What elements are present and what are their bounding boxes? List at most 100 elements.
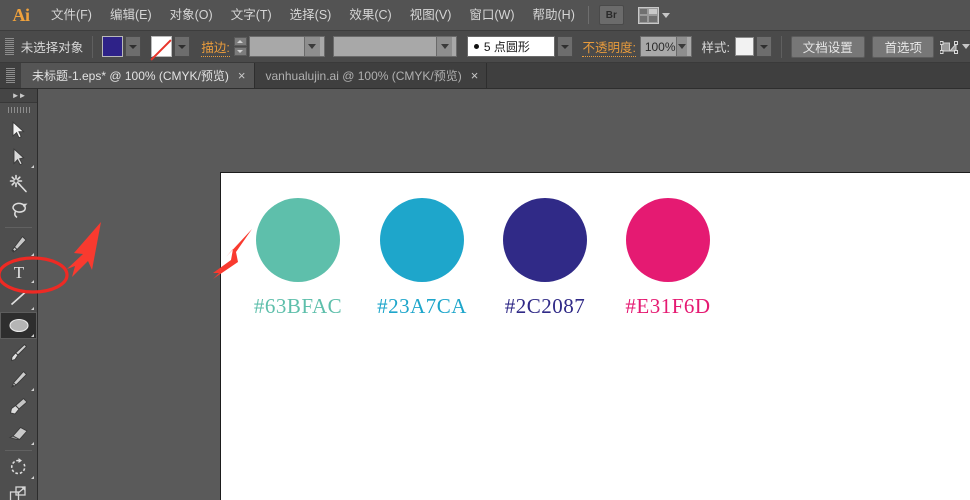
brush-definition-dropdown[interactable]: [556, 36, 573, 57]
canvas-area[interactable]: #63BFAC #23A7CA #2C2087 #E31F6D: [38, 89, 970, 500]
brush-definition-combo[interactable]: 5 点圆形: [466, 36, 555, 57]
menu-edit[interactable]: 编辑(E): [101, 0, 161, 31]
app-logo: Ai: [12, 4, 31, 25]
tool-blob-brush[interactable]: [0, 393, 37, 420]
preferences-button[interactable]: 首选项: [872, 35, 934, 58]
menu-view[interactable]: 视图(V): [401, 0, 461, 31]
artboard[interactable]: #63BFAC #23A7CA #2C2087 #E31F6D: [220, 172, 970, 500]
menu-help[interactable]: 帮助(H): [524, 0, 584, 31]
fill-color-swatch[interactable]: [102, 36, 124, 57]
color-label-indigo: #2C2087: [504, 294, 586, 318]
color-circle-cyan[interactable]: [380, 198, 464, 282]
tool-eraser[interactable]: [0, 420, 37, 447]
tool-direct-selection[interactable]: [0, 143, 37, 170]
menu-type[interactable]: 文字(T): [222, 0, 281, 31]
tool-pencil[interactable]: [0, 366, 37, 393]
tool-selection[interactable]: [0, 116, 37, 143]
brush-definition-control[interactable]: 5 点圆形: [466, 36, 573, 57]
opacity-combo[interactable]: 100%: [639, 36, 692, 57]
control-bar-grip[interactable]: [5, 38, 14, 55]
selection-status-label: 未选择对象: [20, 41, 84, 55]
stroke-profile-dropdown[interactable]: [436, 37, 453, 56]
stroke-profile-combo[interactable]: [333, 36, 458, 57]
align-objects-button[interactable]: [940, 39, 970, 55]
tool-flyout-indicator: [31, 334, 34, 337]
stroke-color-dropdown[interactable]: [173, 36, 190, 57]
color-circle-teal[interactable]: [256, 198, 340, 282]
tool-flyout-indicator: [31, 388, 34, 391]
tool-flyout-indicator: [31, 253, 34, 256]
stepper-down-button[interactable]: [233, 47, 247, 56]
eraser-icon: [8, 426, 28, 441]
tool-flyout-indicator: [31, 280, 34, 283]
close-icon[interactable]: ×: [471, 69, 479, 82]
chevron-down-icon: [177, 44, 186, 49]
tool-ellipse[interactable]: [0, 312, 37, 339]
tool-lasso[interactable]: [0, 197, 37, 224]
document-tab-bar: 未标题-1.eps* @ 100% (CMYK/预览) × vanhualuji…: [0, 63, 970, 89]
tool-flyout-indicator: [31, 165, 34, 168]
tool-scale[interactable]: [0, 481, 37, 500]
stroke-weight-label: 描边:: [201, 41, 230, 57]
stepper-up-button[interactable]: [233, 37, 247, 46]
tools-panel-grip[interactable]: [0, 103, 37, 116]
bridge-button[interactable]: Br: [598, 5, 624, 25]
menu-select[interactable]: 选择(S): [281, 0, 341, 31]
menu-file[interactable]: 文件(F): [42, 0, 101, 31]
graphic-style-control[interactable]: [734, 36, 772, 57]
chevron-down-icon: [962, 44, 970, 49]
tool-magic-wand[interactable]: [0, 170, 37, 197]
document-tab-1-label: 未标题-1.eps* @ 100% (CMYK/预览): [32, 69, 229, 83]
stroke-weight-combo[interactable]: [248, 36, 325, 57]
fill-color-control[interactable]: [102, 36, 142, 57]
menu-object[interactable]: 对象(O): [161, 0, 222, 31]
color-circle-magenta[interactable]: [626, 198, 710, 282]
magic-wand-icon: [9, 174, 27, 193]
control-divider-2: [780, 35, 782, 58]
tool-rotate[interactable]: [0, 454, 37, 481]
color-swatch-cyan[interactable]: #23A7CA: [367, 198, 477, 319]
close-icon[interactable]: ×: [238, 69, 246, 82]
color-swatch-teal[interactable]: #63BFAC: [243, 198, 353, 319]
document-tab-1[interactable]: 未标题-1.eps* @ 100% (CMYK/预览) ×: [21, 63, 255, 88]
color-swatch-magenta[interactable]: #E31F6D: [613, 198, 723, 319]
opacity-dropdown[interactable]: [675, 37, 687, 56]
stroke-color-swatch[interactable]: [150, 36, 172, 61]
tools-panel-collapse-button[interactable]: ►►: [0, 89, 37, 103]
color-swatch-indigo[interactable]: #2C2087: [490, 198, 600, 319]
color-circle-indigo[interactable]: [503, 198, 587, 282]
brush-dot-icon: [473, 44, 479, 49]
tool-flyout-indicator: [31, 476, 34, 479]
graphic-style-dropdown[interactable]: [755, 36, 772, 57]
lasso-icon: [11, 202, 27, 219]
direct-selection-arrow-icon: [13, 147, 25, 165]
chevron-down-icon: [661, 12, 670, 18]
tool-pen[interactable]: [0, 231, 37, 258]
stroke-color-control[interactable]: [150, 36, 190, 61]
tools-panel: ►► T: [0, 89, 38, 500]
menu-effect[interactable]: 效果(C): [340, 0, 400, 31]
svg-text:T: T: [13, 263, 24, 281]
arrange-documents-button[interactable]: [637, 6, 670, 24]
menu-window[interactable]: 窗口(W): [460, 0, 523, 31]
tool-flyout-indicator: [31, 442, 34, 445]
opacity-value: 100%: [644, 39, 676, 54]
document-setup-button[interactable]: 文档设置: [790, 35, 865, 58]
brush-definition-value: 5 点圆形: [483, 40, 530, 54]
menubar-divider: [587, 6, 589, 24]
tool-paintbrush[interactable]: [0, 339, 37, 366]
stroke-weight-dropdown[interactable]: [303, 37, 320, 56]
tool-line-segment[interactable]: [0, 285, 37, 312]
pencil-icon: [11, 370, 28, 388]
tool-flyout-indicator: [31, 307, 34, 310]
scale-icon: [9, 486, 26, 500]
align-objects-icon: [940, 40, 958, 54]
ellipse-shape-icon: [8, 318, 29, 333]
graphic-style-swatch[interactable]: [734, 37, 754, 56]
menu-bar: Ai 文件(F) 编辑(E) 对象(O) 文字(T) 选择(S) 效果(C) 视…: [0, 0, 970, 31]
tab-bar-grip[interactable]: [6, 68, 15, 83]
stroke-weight-stepper[interactable]: [233, 37, 247, 56]
fill-color-dropdown[interactable]: [125, 36, 142, 57]
document-tab-2[interactable]: vanhualujin.ai @ 100% (CMYK/预览) ×: [254, 63, 488, 88]
tool-type[interactable]: T: [0, 258, 37, 285]
